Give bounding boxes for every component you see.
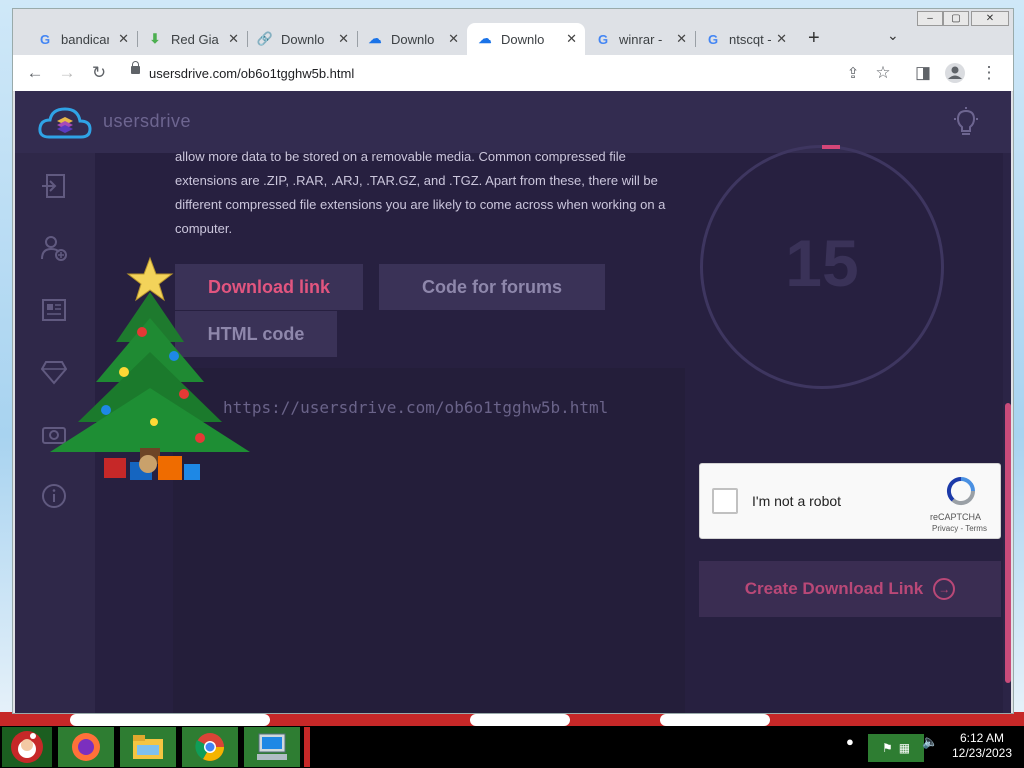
computer-taskbar-icon[interactable] [244, 727, 300, 767]
profile-avatar-icon[interactable] [943, 61, 967, 85]
link-icon: 🔗 [256, 31, 274, 46]
clock-time: 6:12 AM [959, 731, 1005, 745]
tab-winrar[interactable]: G winrar - ✕ [585, 23, 696, 55]
chrome-taskbar-icon[interactable] [182, 727, 238, 767]
volume-icon[interactable]: 🔈 [922, 734, 938, 750]
tab-download-2[interactable]: ☁ Downlo ✕ [357, 23, 467, 55]
firefox-taskbar-icon[interactable] [58, 727, 114, 767]
share-icon[interactable]: ⇪ [841, 61, 865, 85]
cloud-logo-icon[interactable] [37, 105, 93, 146]
tab-bandicam[interactable]: G bandicar ✕ [27, 23, 138, 55]
browser-toolbar: ← → ↻ usersdrive.com/ob6o1tgghw5b.html ⇪… [13, 55, 1013, 92]
tab-close-icon[interactable]: ✕ [338, 31, 349, 47]
tab-close-icon[interactable]: ✕ [448, 31, 459, 47]
sign-in-icon[interactable] [39, 171, 69, 201]
page-scrollbar[interactable] [1003, 153, 1011, 713]
scrollbar-thumb[interactable] [1005, 403, 1011, 683]
taskbar: ● ⚑ ▦ 🔈 6:12 AM 12/23/2023 [0, 726, 1024, 768]
more-menu-icon[interactable]: ⋮ [977, 61, 1001, 85]
recaptcha-label: I'm not a robot [752, 493, 842, 509]
tab-close-icon[interactable]: ✕ [228, 31, 239, 47]
recaptcha-widget: I'm not a robot reCAPTCHA Privacy - Term… [699, 463, 1001, 539]
google-g-icon: G [39, 31, 51, 47]
tab-strip: – ▢ ✕ G bandicar ✕ ⬇ Red Gian ✕ 🔗 Downlo… [13, 9, 1013, 55]
clock-date: 12/23/2023 [951, 746, 1013, 760]
christmas-tree-decoration [44, 252, 256, 492]
reload-icon[interactable]: ↻ [87, 61, 111, 85]
tab-red-giant[interactable]: ⬇ Red Gian ✕ [137, 23, 248, 55]
system-tray-icons[interactable]: ⚑ ▦ [868, 734, 924, 762]
lock-icon [131, 61, 140, 74]
tab-code-for-forums[interactable]: Code for forums [379, 264, 605, 310]
google-g-icon: G [707, 31, 719, 47]
network-icon: ▦ [898, 741, 911, 755]
google-g-icon: G [597, 31, 609, 47]
tab-close-icon[interactable]: ✕ [676, 31, 687, 47]
taskbar-clock[interactable]: 6:12 AM 12/23/2023 [940, 731, 1024, 761]
recaptcha-terms[interactable]: Privacy - Terms [932, 524, 987, 533]
start-button[interactable] [2, 727, 52, 767]
recaptcha-logo-icon [944, 476, 978, 506]
address-bar[interactable]: usersdrive.com/ob6o1tgghw5b.html [121, 59, 906, 87]
forward-arrow-icon[interactable]: → [55, 61, 79, 85]
minimize-button[interactable]: – [917, 11, 943, 26]
tab-close-icon[interactable]: ✕ [118, 31, 129, 47]
taskbar-divider [304, 727, 310, 767]
download-arrow-icon: ⬇ [149, 31, 161, 46]
site-header: usersdrive [15, 91, 1011, 153]
notification-dot-icon[interactable]: ● [846, 734, 854, 749]
flag-icon: ⚑ [881, 741, 893, 755]
tab-close-icon[interactable]: ✕ [566, 31, 577, 47]
tab-close-icon[interactable]: ✕ [776, 31, 787, 47]
download-link-text[interactable]: https://usersdrive.com/ob6o1tgghw5b.html [223, 398, 608, 417]
countdown-progress-mark [822, 145, 840, 149]
create-download-link-button[interactable]: Create Download Link → [699, 561, 1001, 617]
star-icon[interactable]: ☆ [871, 61, 895, 85]
cloud-icon: ☁ [368, 31, 382, 46]
close-window-button[interactable]: ✕ [971, 11, 1009, 26]
lightbulb-icon[interactable] [953, 107, 979, 142]
chevron-down-icon[interactable]: ⌄ [887, 27, 899, 44]
tab-download-1[interactable]: 🔗 Downlo ✕ [247, 23, 358, 55]
description-paragraph: allow more data to be stored on a remova… [175, 149, 666, 236]
back-arrow-icon[interactable]: ← [23, 61, 47, 85]
arrow-right-circle-icon: → [933, 578, 956, 600]
tab-download-active[interactable]: ☁ Downlo ✕ [467, 23, 585, 55]
new-tab-button[interactable]: + [808, 27, 820, 50]
site-brand[interactable]: usersdrive [103, 111, 191, 132]
cloud-icon: ☁ [478, 31, 492, 46]
create-download-link-label: Create Download Link [744, 579, 924, 598]
file-explorer-taskbar-icon[interactable] [120, 727, 176, 767]
desktop-wallpaper-strip [0, 712, 1024, 726]
recaptcha-brand: reCAPTCHA [930, 512, 982, 522]
maximize-button[interactable]: ▢ [943, 11, 969, 26]
tab-ntscqt[interactable]: G ntscqt - ✕ [695, 23, 795, 55]
countdown-number: 15 [785, 226, 859, 300]
side-panel-icon[interactable]: ◨ [911, 61, 935, 85]
recaptcha-checkbox[interactable] [712, 488, 738, 514]
